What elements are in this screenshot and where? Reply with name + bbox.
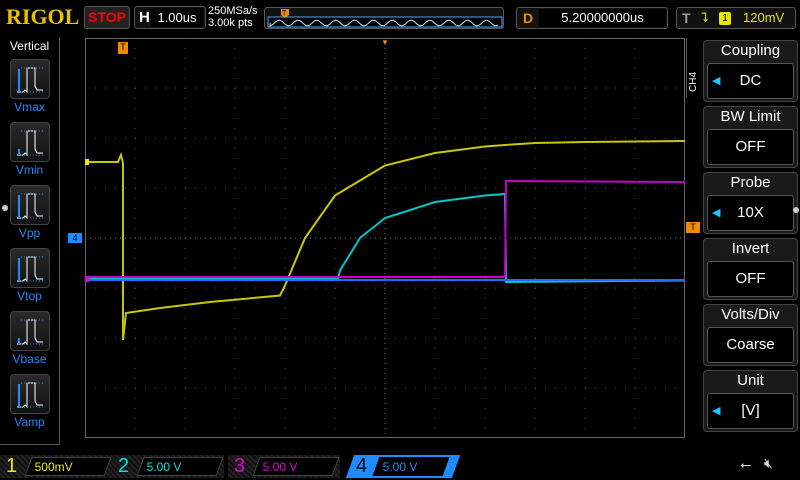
page-dot [2,205,8,211]
menu-volts-div[interactable]: Volts/Div Coarse [703,304,798,366]
delay-label: D [523,10,534,26]
acquisition-info: 250MSa/s 3.00k pts [208,5,258,29]
trigger-level: 120mV [743,10,785,25]
channel-scale: 500mV [34,460,73,474]
measure-label: Vmax [14,100,45,114]
page-dot [793,207,799,213]
menu-value: ◀ DC [707,63,794,99]
trigger-box[interactable]: T ⮧ 1 120mV [676,7,796,29]
channel-number: 3 [234,455,246,477]
channel-scale: 5.00 V [146,460,182,474]
menu-value-text: OFF [735,270,766,287]
trigger-position-marker[interactable]: T [118,42,128,54]
measure-vpp-button[interactable] [9,185,50,225]
menu-title: BW Limit [720,108,781,125]
delay-value: 5.20000000us [539,9,666,27]
usb-icon: ⭠ [740,456,752,472]
menu-value-text: 10X [737,204,764,221]
pulse-icon [16,256,45,283]
measure-label: Vamp [14,415,45,429]
channel-number: 1 [6,455,18,477]
pulse-icon [16,319,45,346]
menu-title: Probe [730,174,771,191]
ch3-ground-marker[interactable] [85,276,89,282]
menu-unit[interactable]: Unit ◀ [V] [703,370,798,432]
menu-value: ◀ 10X [707,195,794,231]
menu-title: Invert [731,240,770,257]
pulse-icon [16,382,45,409]
measure-label: Vbase [12,352,47,366]
mute-icon[interactable]: 🔇︎ [764,455,773,472]
channel-scale: 5.00 V [382,460,418,474]
timebase-label: H [139,9,150,26]
menu-value: OFF [707,129,794,165]
channel-number: 2 [118,455,130,477]
arrow-left-icon: ◀ [712,207,721,219]
arrow-left-icon: ◀ [712,405,721,417]
menu-value: ◀ [V] [707,393,794,429]
measure-menu: Vertical Vmax Vmin Vpp Vtop Vbase Vamp [0,37,60,445]
measure-vamp-button[interactable] [9,374,50,414]
measure-label: Vpp [18,226,41,240]
menu-title: Coupling [720,42,781,59]
arrow-left-icon: ◀ [712,75,721,87]
measure-label: Vmin [15,163,44,177]
rigol-logo: RIGOL [6,4,80,29]
pulse-icon [16,193,45,220]
trigger-label: T [682,10,691,26]
sample-rate: 250MSa/s [208,5,258,17]
measure-vmin-button[interactable] [9,122,50,162]
falling-edge-icon: ⮧ [701,10,709,25]
measure-vtop-button[interactable] [9,248,50,288]
menu-value-text: OFF [735,138,766,155]
channel-4-button[interactable]: 4 5.00 V [345,455,461,478]
memory-depth: 3.00k pts [208,17,253,29]
timebase-box[interactable]: H 1.00us [134,6,206,29]
measure-vmax-button[interactable] [9,59,50,99]
waveform-grid [85,38,685,438]
menu-coupling[interactable]: Coupling ◀ DC [703,40,798,102]
channel-1-button[interactable]: 1 500mV [0,455,112,478]
channel-2-button[interactable]: 2 5.00 V [112,455,224,478]
menu-probe[interactable]: Probe ◀ 10X [703,172,798,234]
trigger-source: 1 [719,12,731,25]
waveform-memory-bar: T [264,7,504,29]
channel-number: 4 [356,455,368,477]
delay-marker: ▼ [381,38,389,47]
menu-value-text: [V] [741,402,760,419]
menu-title: Vertical [9,39,50,53]
pulse-icon [16,67,45,94]
menu-value-text: DC [739,72,762,89]
svg-text:T: T [282,10,287,17]
menu-title: Volts/Div [721,306,780,323]
ch1-ground-marker[interactable] [85,159,89,165]
menu-title: Unit [737,372,764,389]
menu-invert[interactable]: Invert OFF [703,238,798,300]
menu-divider [686,38,702,98]
channel-scale: 5.00 V [262,460,298,474]
pulse-icon [16,130,45,157]
menu-bw-limit[interactable]: BW Limit OFF [703,106,798,168]
memory-wave-icon: T [267,9,503,28]
menu-value-text: Coarse [726,336,775,353]
run-stop-status[interactable]: STOP [84,6,130,29]
ch4-ground-marker[interactable]: 4 [68,233,82,243]
menu-value: Coarse [707,327,794,363]
channel-3-button[interactable]: 3 5.00 V [228,455,340,478]
delay-box[interactable]: D 5.20000000us [516,7,668,29]
measure-vbase-button[interactable] [9,311,50,351]
trigger-level-marker[interactable]: T [686,222,700,233]
trace-ch1 [85,140,685,341]
measure-label: Vtop [17,289,42,303]
timebase-value: 1.00us [151,8,203,27]
menu-value: OFF [707,261,794,297]
channel-menu: Coupling ◀ DC BW Limit OFF Probe ◀ 10X Invert OFF… [703,40,798,436]
